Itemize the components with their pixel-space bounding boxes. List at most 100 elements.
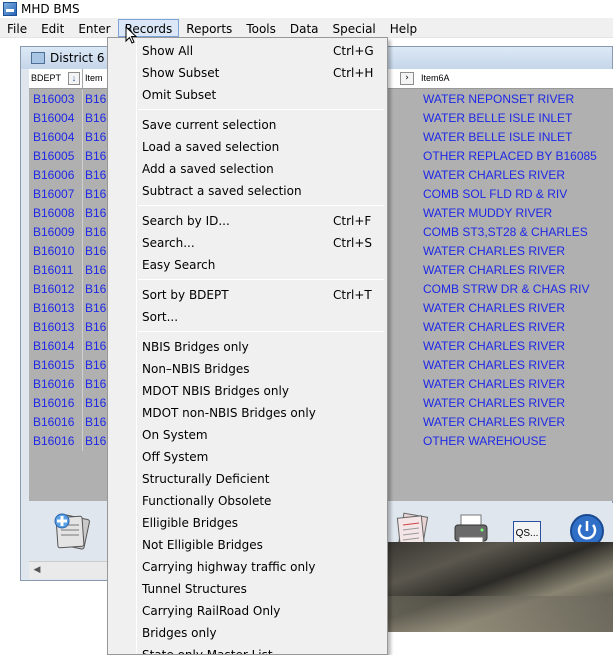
cell-item[interactable]: B16 (84, 318, 108, 337)
menu-item-state-only-master-list[interactable]: State only Master List (110, 644, 385, 654)
cell-item[interactable]: B16 (84, 375, 108, 394)
menu-special[interactable]: Special (326, 19, 383, 37)
cell-bdept[interactable]: B16013 (31, 299, 83, 318)
cell-bdept[interactable]: B16010 (31, 242, 83, 261)
cell-item6a[interactable]: COMB SOL FLD RD & RIV (421, 185, 601, 204)
cell-item6a[interactable]: WATER CHARLES RIVER (421, 375, 601, 394)
cell-item[interactable]: B16 (84, 394, 108, 413)
menu-item-sort-by-bdept[interactable]: Sort by BDEPT Ctrl+T (110, 284, 385, 306)
sort-arrow-icon[interactable]: ↓ (68, 72, 80, 85)
menu-item-show-subset[interactable]: Show Subset Ctrl+H (110, 62, 385, 84)
cell-bdept[interactable]: B16004 (31, 109, 83, 128)
menu-item-subtract-a-saved-selection[interactable]: Subtract a saved selection (110, 180, 385, 202)
menu-item-non-nbis-bridges[interactable]: Non–NBIS Bridges (110, 358, 385, 380)
cell-bdept[interactable]: B16003 (31, 90, 83, 109)
cell-bdept[interactable]: B16012 (31, 280, 83, 299)
cell-item[interactable]: B16 (84, 109, 108, 128)
cell-item6a[interactable]: COMB STRW DR & CHAS RIV (421, 280, 601, 299)
cell-item6a[interactable]: WATER CHARLES RIVER (421, 337, 601, 356)
menu-item-off-system[interactable]: Off System (110, 446, 385, 468)
cell-bdept[interactable]: B16007 (31, 185, 83, 204)
cell-item[interactable]: B16 (84, 337, 108, 356)
menu-item-on-system[interactable]: On System (110, 424, 385, 446)
cell-item[interactable]: B16 (84, 261, 108, 280)
cell-item6a[interactable]: COMB ST3,ST28 & CHARLES (421, 223, 601, 242)
menu-item-structurally-deficient[interactable]: Structurally Deficient (110, 468, 385, 490)
cell-item6a[interactable]: OTHER REPLACED BY B16085 (421, 147, 601, 166)
menu-item-mdot-non-nbis-bridges-only[interactable]: MDOT non-NBIS Bridges only (110, 402, 385, 424)
cell-item6a[interactable]: WATER CHARLES RIVER (421, 166, 601, 185)
scroll-left-icon[interactable]: ◀ (31, 564, 43, 576)
cell-item[interactable]: B16 (84, 166, 108, 185)
menu-item-sort[interactable]: Sort... (110, 306, 385, 328)
cell-bdept[interactable]: B16016 (31, 432, 83, 451)
cell-bdept[interactable]: B16016 (31, 394, 83, 413)
menu-item-label: Subtract a saved selection (142, 184, 302, 198)
cell-item6a[interactable]: WATER BELLE ISLE INLET (421, 128, 601, 147)
cell-bdept[interactable]: B16004 (31, 128, 83, 147)
cell-item[interactable]: B16 (84, 204, 108, 223)
cell-item6a[interactable]: WATER CHARLES RIVER (421, 299, 601, 318)
menu-file[interactable]: File (0, 19, 34, 37)
menu-item-tunnel-structures[interactable]: Tunnel Structures (110, 578, 385, 600)
cell-item[interactable]: B16 (84, 432, 108, 451)
menu-help[interactable]: Help (383, 19, 424, 37)
menu-item-carrying-railroad-only[interactable]: Carrying RailRoad Only (110, 600, 385, 622)
menu-item-show-all[interactable]: Show All Ctrl+G (110, 40, 385, 62)
cell-bdept[interactable]: B16016 (31, 375, 83, 394)
menu-item-mdot-nbis-bridges-only[interactable]: MDOT NBIS Bridges only (110, 380, 385, 402)
menu-data[interactable]: Data (283, 19, 326, 37)
menu-reports[interactable]: Reports (179, 19, 239, 37)
header-item6a[interactable]: Item6A (419, 69, 613, 89)
cell-item[interactable]: B16 (84, 413, 108, 432)
cell-item6a[interactable]: WATER MUDDY RIVER (421, 204, 601, 223)
cell-bdept[interactable]: B16014 (31, 337, 83, 356)
cell-bdept[interactable]: B16013 (31, 318, 83, 337)
menu-enter[interactable]: Enter (71, 19, 117, 37)
menu-item-nbis-bridges-only[interactable]: NBIS Bridges only (110, 336, 385, 358)
cell-item[interactable]: B16 (84, 185, 108, 204)
menu-item-load-a-saved-selection[interactable]: Load a saved selection (110, 136, 385, 158)
menu-item-add-a-saved-selection[interactable]: Add a saved selection (110, 158, 385, 180)
cell-item[interactable]: B16 (84, 147, 108, 166)
menu-item-functionally-obsolete[interactable]: Functionally Obsolete (110, 490, 385, 512)
menu-edit[interactable]: Edit (34, 19, 71, 37)
cell-bdept[interactable]: B16005 (31, 147, 83, 166)
menu-item-carrying-highway-traffic-only[interactable]: Carrying highway traffic only (110, 556, 385, 578)
cell-item6a[interactable]: WATER CHARLES RIVER (421, 356, 601, 375)
cell-item6a[interactable]: WATER NEPONSET RIVER (421, 90, 601, 109)
cell-item[interactable]: B16 (84, 223, 108, 242)
cell-item[interactable]: B16 (84, 280, 108, 299)
cell-bdept[interactable]: B16008 (31, 204, 83, 223)
record-cards-icon[interactable] (51, 511, 91, 553)
menu-item-save-current-selection[interactable]: Save current selection (110, 114, 385, 136)
cell-item6a[interactable]: WATER CHARLES RIVER (421, 261, 601, 280)
cell-item6a[interactable]: WATER CHARLES RIVER (421, 394, 601, 413)
menu-item-search-by-id[interactable]: Search by ID... Ctrl+F (110, 210, 385, 232)
cell-item6a[interactable]: WATER CHARLES RIVER (421, 413, 601, 432)
cell-bdept[interactable]: B16009 (31, 223, 83, 242)
menu-item-easy-search[interactable]: Easy Search (110, 254, 385, 276)
cell-item[interactable]: B16 (84, 128, 108, 147)
cell-item6a[interactable]: OTHER WAREHOUSE (421, 432, 601, 451)
cell-bdept[interactable]: B16016 (31, 413, 83, 432)
cell-bdept[interactable]: B16015 (31, 356, 83, 375)
cell-item[interactable]: B16 (84, 90, 108, 109)
menu-item-search[interactable]: Search... Ctrl+S (110, 232, 385, 254)
cell-item[interactable]: B16 (84, 356, 108, 375)
cell-item6a[interactable]: WATER CHARLES RIVER (421, 242, 601, 261)
menu-item-omit-subset[interactable]: Omit Subset (110, 84, 385, 106)
cell-item6a[interactable]: WATER CHARLES RIVER (421, 318, 601, 337)
menu-item-elligible-bridges[interactable]: Elligible Bridges (110, 512, 385, 534)
cell-item[interactable]: B16 (84, 242, 108, 261)
cell-separator (82, 185, 83, 204)
cell-item[interactable]: B16 (84, 299, 108, 318)
cell-item6a[interactable]: WATER BELLE ISLE INLET (421, 109, 601, 128)
menu-item-bridges-only[interactable]: Bridges only (110, 622, 385, 644)
menu-tools[interactable]: Tools (239, 19, 283, 37)
cell-bdept[interactable]: B16006 (31, 166, 83, 185)
menu-item-not-elligible-bridges[interactable]: Not Elligible Bridges (110, 534, 385, 556)
header-bdept[interactable]: BDEPT ↓ (29, 69, 83, 89)
cell-bdept[interactable]: B16011 (31, 261, 83, 280)
column-chevron-icon[interactable]: › (400, 72, 414, 85)
